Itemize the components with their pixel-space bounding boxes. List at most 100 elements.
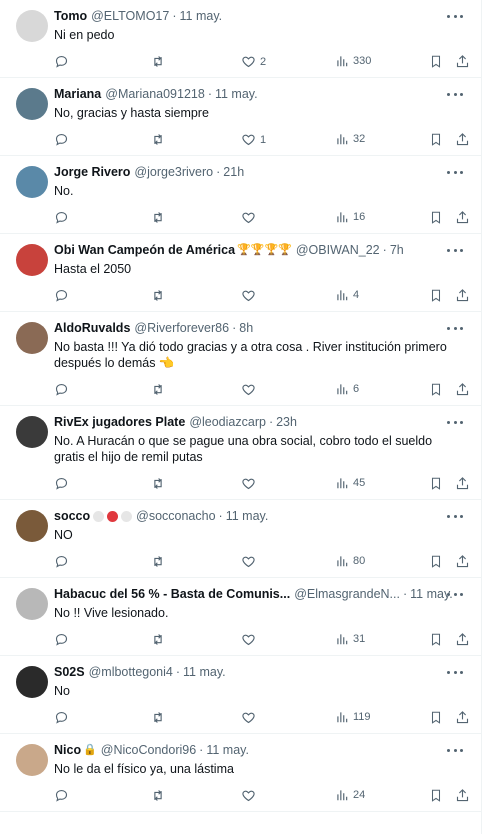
bookmark-button[interactable] [429, 476, 443, 491]
bookmark-button[interactable] [429, 132, 443, 147]
more-options-button[interactable] [447, 588, 463, 600]
author-name[interactable]: Tomo [54, 8, 87, 24]
more-options-button[interactable] [447, 244, 463, 256]
more-options-button[interactable] [447, 166, 463, 178]
avatar[interactable] [16, 10, 48, 42]
like-button[interactable] [241, 554, 260, 569]
author-handle[interactable]: @Riverforever86 [134, 320, 229, 336]
share-button[interactable] [455, 788, 470, 803]
reply-item[interactable]: AldoRuvalds @Riverforever86 · 8h No bast… [0, 312, 481, 406]
author-name[interactable]: Obi Wan Campeón de América [54, 242, 235, 258]
author-handle[interactable]: @leodiazcarp [189, 414, 266, 430]
author-handle[interactable]: @mlbottegoni4 [89, 664, 173, 680]
avatar[interactable] [16, 244, 48, 276]
author-name[interactable]: Habacuc del 56 % - Basta de Comunis... [54, 586, 290, 602]
reply-button[interactable] [54, 288, 69, 303]
share-button[interactable] [455, 710, 470, 725]
views-button[interactable]: 16 [335, 210, 365, 224]
share-button[interactable] [455, 382, 470, 397]
reply-item[interactable]: socco @socconacho · 11 may. NO 80 [0, 500, 481, 578]
reply-button[interactable] [54, 710, 69, 725]
retweet-button[interactable] [150, 476, 166, 491]
retweet-button[interactable] [150, 54, 166, 69]
bookmark-button[interactable] [429, 382, 443, 397]
more-options-button[interactable] [447, 322, 463, 334]
more-options-button[interactable] [447, 416, 463, 428]
like-button[interactable] [241, 288, 260, 303]
reply-button[interactable] [54, 54, 69, 69]
more-options-button[interactable] [447, 510, 463, 522]
views-button[interactable]: 80 [335, 554, 365, 568]
reply-item[interactable]: Obi Wan Campeón de América 🏆🏆🏆🏆 @OBIWAN_… [0, 234, 481, 312]
avatar[interactable] [16, 588, 48, 620]
author-handle[interactable]: @ELTOMO17 [91, 8, 169, 24]
avatar[interactable] [16, 416, 48, 448]
author-handle[interactable]: @jorge3rivero [134, 164, 213, 180]
author-handle[interactable]: @socconacho [136, 508, 215, 524]
avatar[interactable] [16, 666, 48, 698]
reply-item[interactable]: RivEx jugadores Plate @leodiazcarp · 23h… [0, 406, 481, 500]
like-button[interactable] [241, 382, 260, 397]
author-name[interactable]: Jorge Rivero [54, 164, 130, 180]
avatar[interactable] [16, 88, 48, 120]
bookmark-button[interactable] [429, 288, 443, 303]
bookmark-button[interactable] [429, 710, 443, 725]
reply-item[interactable]: Mariana @Mariana091218 · 11 may. No, gra… [0, 78, 481, 156]
avatar[interactable] [16, 322, 48, 354]
timestamp[interactable]: 23h [276, 414, 297, 430]
author-handle[interactable]: @Mariana091218 [105, 86, 205, 102]
views-button[interactable]: 330 [335, 54, 371, 68]
reply-button[interactable] [54, 132, 69, 147]
retweet-button[interactable] [150, 210, 166, 225]
more-options-button[interactable] [447, 744, 463, 756]
like-button[interactable]: 1 [241, 132, 266, 147]
reply-item[interactable]: S02S @mlbottegoni4 · 11 may. No 119 [0, 656, 481, 734]
reply-button[interactable] [54, 476, 69, 491]
more-options-button[interactable] [447, 88, 463, 100]
retweet-button[interactable] [150, 132, 166, 147]
like-button[interactable] [241, 788, 260, 803]
views-button[interactable]: 4 [335, 288, 359, 302]
bookmark-button[interactable] [429, 210, 443, 225]
share-button[interactable] [455, 554, 470, 569]
retweet-button[interactable] [150, 788, 166, 803]
reply-button[interactable] [54, 554, 69, 569]
bookmark-button[interactable] [429, 788, 443, 803]
reply-button[interactable] [54, 788, 69, 803]
like-button[interactable] [241, 210, 260, 225]
reply-item[interactable]: Tomo @ELTOMO17 · 11 may. Ni en pedo 2 33… [0, 0, 481, 78]
avatar[interactable] [16, 510, 48, 542]
author-handle[interactable]: @ElmasgrandeN... [294, 586, 400, 602]
share-button[interactable] [455, 288, 470, 303]
like-button[interactable]: 2 [241, 54, 266, 69]
author-handle[interactable]: @NicoCondori96 [101, 742, 196, 758]
retweet-button[interactable] [150, 554, 166, 569]
reply-item[interactable]: Nico 🔒 @NicoCondori96 · 11 may. No le da… [0, 734, 481, 812]
bookmark-button[interactable] [429, 554, 443, 569]
timestamp[interactable]: 11 may. [180, 8, 223, 24]
timestamp[interactable]: 21h [223, 164, 244, 180]
like-button[interactable] [241, 632, 260, 647]
reply-button[interactable] [54, 632, 69, 647]
timestamp[interactable]: 11 may. [206, 742, 249, 758]
retweet-button[interactable] [150, 288, 166, 303]
author-name[interactable]: Nico [54, 742, 81, 758]
avatar[interactable] [16, 744, 48, 776]
retweet-button[interactable] [150, 382, 166, 397]
like-button[interactable] [241, 476, 260, 491]
views-button[interactable]: 32 [335, 132, 365, 146]
author-name[interactable]: RivEx jugadores Plate [54, 414, 185, 430]
timestamp[interactable]: 11 may. [215, 86, 258, 102]
like-button[interactable] [241, 710, 260, 725]
share-button[interactable] [455, 54, 470, 69]
bookmark-button[interactable] [429, 54, 443, 69]
share-button[interactable] [455, 632, 470, 647]
more-options-button[interactable] [447, 10, 463, 22]
author-name[interactable]: socco [54, 508, 90, 524]
share-button[interactable] [455, 476, 470, 491]
share-button[interactable] [455, 210, 470, 225]
retweet-button[interactable] [150, 710, 166, 725]
author-name[interactable]: AldoRuvalds [54, 320, 130, 336]
timestamp[interactable]: 7h [390, 242, 404, 258]
timestamp[interactable]: 11 may. [183, 664, 226, 680]
